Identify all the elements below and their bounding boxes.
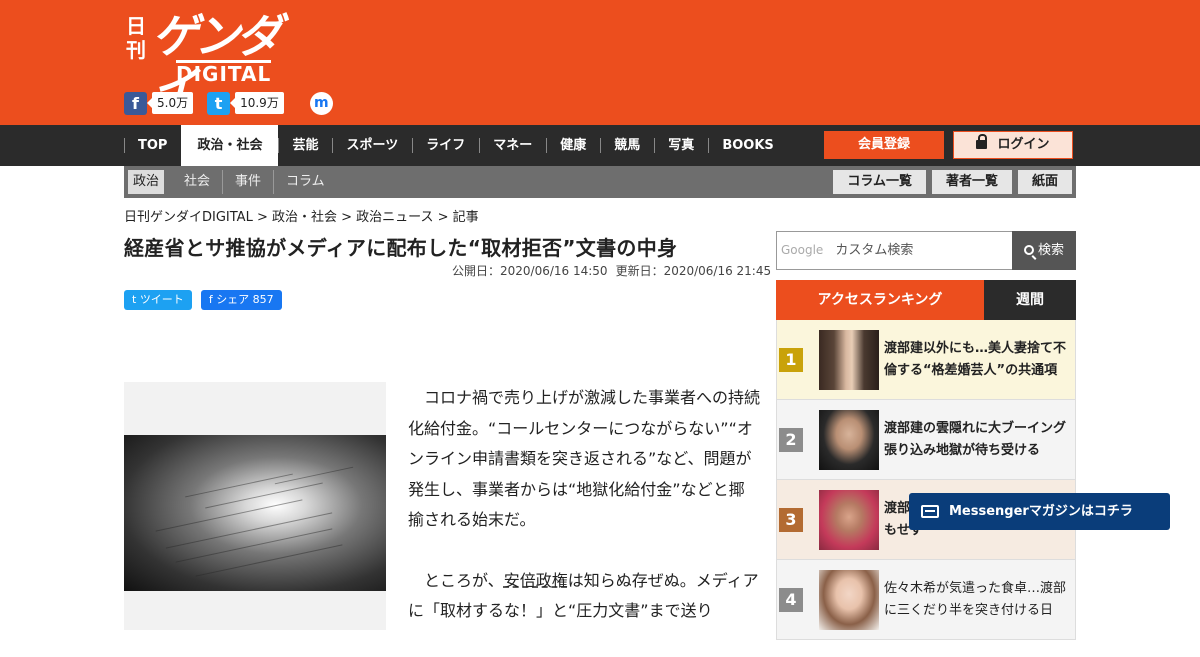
article-paragraph-1: コロナ禍で売り上げが激減した事業者への持続化給付金。“コールセンターにつながらな… bbox=[408, 388, 761, 529]
share-buttons: t ツイート f シェア 857 bbox=[124, 290, 282, 310]
search-button-label: 検索 bbox=[1037, 243, 1064, 258]
updated-date: 更新日：2020/06/16 21:45 bbox=[615, 264, 772, 278]
author-list-button[interactable]: 著者一覧 bbox=[931, 170, 1012, 194]
article-photo[interactable] bbox=[124, 435, 386, 591]
article-photo-frame bbox=[124, 382, 386, 630]
search-button[interactable]: 検索 bbox=[1012, 231, 1076, 270]
ranking-list: 1 渡部建以外にも…美人妻捨て不倫する“格差婚芸人”の共通項 2 渡部建の雲隠れ… bbox=[776, 320, 1076, 640]
rank-number: 4 bbox=[779, 588, 803, 612]
article-dates: 公開日：2020/06/16 14:50 更新日：2020/06/16 21:45 bbox=[444, 262, 771, 279]
tweet-label: ツイート bbox=[139, 293, 184, 306]
lock-icon bbox=[976, 134, 988, 149]
abe-administration-link[interactable]: 安倍政権 bbox=[504, 571, 568, 590]
nav-item-books[interactable]: BOOKS bbox=[708, 125, 787, 166]
article-title: 経産省とサ推協がメディアに配布した“取材拒否”文書の中身 bbox=[124, 236, 678, 260]
twitter-share-icon: t bbox=[132, 293, 140, 306]
twitter-count: 10.9万 bbox=[230, 92, 284, 114]
ranking-headline: 渡部建以外にも…美人妻捨て不倫する“格差婚芸人”の共通項 bbox=[884, 341, 1067, 378]
messenger-magazine-button[interactable]: Messengerマガジンはコチラ bbox=[909, 493, 1170, 530]
chat-icon bbox=[921, 505, 939, 518]
ranking-item[interactable]: 4 佐々木希が気遣った食卓…渡部に三くだり半を突き付ける日 bbox=[776, 560, 1076, 640]
ranking-item[interactable]: 2 渡部建の雲隠れに大ブーイング 張り込み地獄が待ち受ける bbox=[776, 400, 1076, 480]
search-icon bbox=[1023, 245, 1034, 255]
facebook-icon[interactable]: f bbox=[124, 91, 147, 115]
tab-weekly[interactable]: 週間 bbox=[984, 280, 1076, 320]
logo-small-text: 日刊 bbox=[126, 14, 146, 62]
site-header: 日刊 ゲンダイ DIGITAL f 5.0万 t 10.9万 m bbox=[0, 0, 1200, 125]
rank-number: 2 bbox=[779, 428, 803, 452]
nav-item-sports[interactable]: スポーツ bbox=[332, 125, 412, 166]
site-search: Google カスタム検索 検索 bbox=[776, 231, 1076, 270]
nav-item-keiba[interactable]: 競馬 bbox=[600, 125, 654, 166]
subnav-item-politics[interactable]: 政治 bbox=[128, 170, 165, 194]
subnav-item-column[interactable]: コラム bbox=[273, 170, 337, 194]
search-placeholder: カスタム検索 bbox=[835, 243, 914, 258]
ranking-thumbnail bbox=[819, 410, 879, 470]
column-list-button[interactable]: コラム一覧 bbox=[833, 170, 926, 194]
published-date: 公開日：2020/06/16 14:50 bbox=[452, 264, 608, 278]
nav-item-money[interactable]: マネー bbox=[479, 125, 546, 166]
article-paragraph-2: ところが、安倍政権は知らぬ存ぜぬ。メディアに「取材するな！」と“圧力文書”まで送… bbox=[408, 566, 760, 627]
share-label: シェア 857 bbox=[216, 293, 274, 306]
rank-number: 3 bbox=[779, 508, 803, 532]
facebook-count: 5.0万 bbox=[146, 92, 194, 114]
search-input[interactable]: Google カスタム検索 bbox=[776, 231, 1012, 270]
main-nav: TOP 政治・社会 芸能 スポーツ ライフ マネー 健康 競馬 写真 BOOKS… bbox=[0, 125, 1200, 166]
ranking-headline: 佐々木希が気遣った食卓…渡部に三くだり半を突き付ける日 bbox=[884, 581, 1067, 618]
login-label: ログイン bbox=[997, 137, 1050, 152]
nav-item-politics-society[interactable]: 政治・社会 bbox=[181, 125, 279, 166]
site-logo[interactable]: 日刊 ゲンダイ DIGITAL bbox=[126, 10, 306, 114]
nav-item-entertainment[interactable]: 芸能 bbox=[278, 125, 332, 166]
paragraph-2-start: ところが、 bbox=[424, 570, 504, 590]
ranking-tabs: アクセスランキング 週間 bbox=[776, 280, 1076, 320]
breadcrumb[interactable]: 日刊ゲンダイDIGITAL > 政治・社会 > 政治ニュース > 記事 bbox=[124, 206, 479, 225]
google-brand: Google bbox=[781, 243, 824, 257]
twitter-icon[interactable]: t bbox=[207, 91, 231, 115]
rank-number: 1 bbox=[779, 348, 803, 372]
ranking-headline: 渡部建の雲隠れに大ブーイング 張り込み地獄が待ち受ける bbox=[884, 421, 1067, 458]
ranking-thumbnail bbox=[819, 490, 879, 550]
tab-access-ranking[interactable]: アクセスランキング bbox=[776, 280, 984, 320]
sub-nav: 政治 社会 事件 コラム コラム一覧 著者一覧 紙面 bbox=[124, 166, 1076, 198]
messenger-label: Messengerマガジンはコチラ bbox=[949, 504, 1133, 519]
ranking-item[interactable]: 1 渡部建以外にも…美人妻捨て不倫する“格差婚芸人”の共通項 bbox=[776, 320, 1076, 400]
login-button[interactable]: ログイン bbox=[953, 131, 1073, 159]
facebook-share-button[interactable]: f シェア 857 bbox=[200, 290, 282, 310]
social-follow-row: f 5.0万 t 10.9万 m bbox=[124, 91, 333, 115]
logo-sub-text: DIGITAL bbox=[176, 60, 272, 86]
paper-button[interactable]: 紙面 bbox=[1017, 170, 1072, 194]
ranking-thumbnail bbox=[819, 570, 879, 630]
messenger-icon[interactable]: m bbox=[309, 91, 333, 115]
nav-item-health[interactable]: 健康 bbox=[546, 125, 600, 166]
subnav-item-society[interactable]: 社会 bbox=[172, 170, 222, 194]
register-button[interactable]: 会員登録 bbox=[824, 131, 944, 159]
subnav-item-incident[interactable]: 事件 bbox=[222, 170, 273, 194]
nav-item-top[interactable]: TOP bbox=[124, 125, 181, 166]
nav-item-photo[interactable]: 写真 bbox=[654, 125, 708, 166]
article-body: コロナ禍で売り上げが激減した事業者への持続化給付金。“コールセンターにつながらな… bbox=[408, 383, 760, 657]
tweet-button[interactable]: t ツイート bbox=[124, 290, 192, 310]
ranking-thumbnail bbox=[819, 330, 879, 390]
nav-item-life[interactable]: ライフ bbox=[412, 125, 479, 166]
